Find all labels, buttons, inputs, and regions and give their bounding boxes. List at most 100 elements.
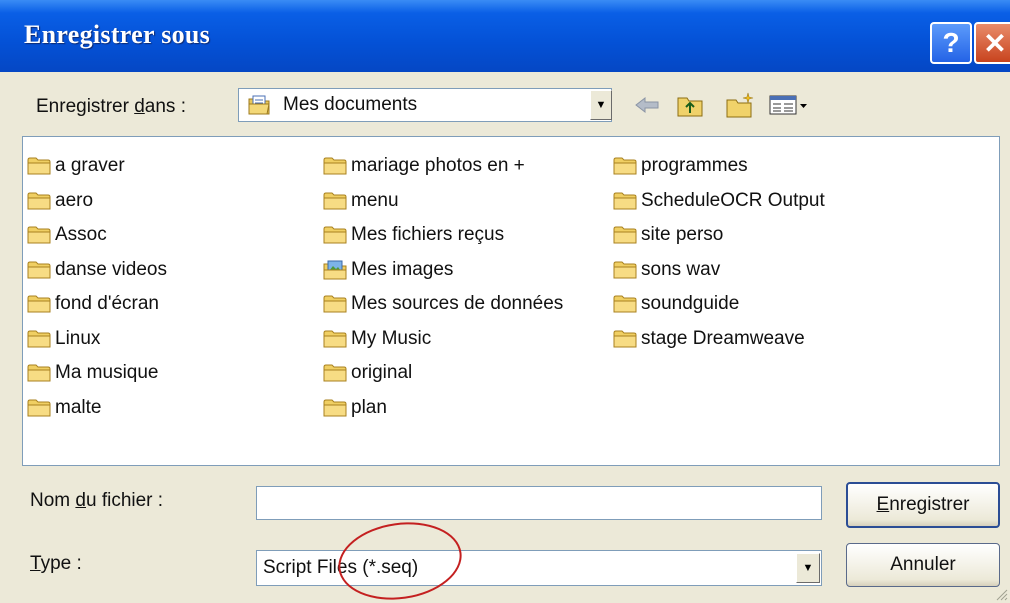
file-column: a graver aero Assoc danse videos fond d'écra… [27,149,167,425]
folder-item[interactable]: Assoc [27,218,167,253]
folder-item[interactable]: mariage photos en + [323,149,563,184]
dialog-title: Enregistrer sous [24,20,211,49]
folder-icon [27,226,51,244]
folder-icon [323,364,347,382]
new-folder-button[interactable] [720,90,760,120]
folder-icon [27,399,51,417]
file-type-dropdown-arrow[interactable]: ▼ [796,553,820,583]
folder-item[interactable]: fond d'écran [27,287,167,322]
folder-name: menu [351,189,399,211]
back-icon [635,96,659,114]
title-bar[interactable]: Enregistrer sous ? ✕ [0,0,1010,72]
folder-name: sons wav [641,258,721,280]
folder-item[interactable]: ScheduleOCR Output [613,184,825,219]
folder-icon [27,157,51,175]
view-menu-icon [769,95,807,115]
folder-name: a graver [55,155,125,177]
folder-icon [27,295,51,313]
folder-item[interactable]: aero [27,184,167,219]
folder-icon [613,295,637,313]
folder-name: fond d'écran [55,293,159,315]
folder-icon [27,192,51,210]
filename-label: Nom du fichier : [30,490,164,511]
folder-icon [323,330,347,348]
folder-item[interactable]: Mes images [323,253,563,288]
annotation-circle [333,514,467,603]
folder-name: soundguide [641,293,740,315]
folder-item[interactable]: a graver [27,149,167,184]
cancel-button[interactable]: Annuler [846,543,1000,587]
folder-item[interactable]: My Music [323,322,563,357]
folder-name: malte [55,396,102,418]
close-button[interactable]: ✕ [974,22,1010,64]
folder-item[interactable]: programmes [613,149,825,184]
chevron-down-icon: ▼ [595,99,607,111]
folder-name: Mes sources de données [351,293,564,315]
folder-item[interactable]: soundguide [613,287,825,322]
help-icon: ? [942,27,960,58]
folder-name: Mes images [351,258,454,280]
folder-name: original [351,362,413,384]
folder-item[interactable]: plan [323,391,563,426]
folder-name: Linux [55,327,101,349]
folder-item[interactable]: Mes sources de données [323,287,563,322]
folder-icon [613,330,637,348]
folder-name: Ma musique [55,362,159,384]
folder-icon [613,157,637,175]
filename-input[interactable] [256,486,822,520]
folder-item[interactable]: Ma musique [27,356,167,391]
save-as-dialog: Enregistrer sous ? ✕ Enregistrer dans : … [0,0,1010,603]
folder-icon [613,261,637,279]
folder-icon [323,226,347,244]
save-in-label: Enregistrer dans : [36,96,186,117]
folder-icon [613,192,637,210]
save-button[interactable]: Enregistrer [846,482,1000,528]
folder-icon [323,399,347,417]
folder-icon [27,330,51,348]
save-in-dropdown-arrow[interactable]: ▼ [590,90,612,120]
folder-name: programmes [641,155,748,177]
save-in-dropdown[interactable]: Mes documents [238,88,612,122]
new-folder-icon [726,92,754,118]
up-folder-icon [677,97,703,117]
file-list[interactable]: a graver aero Assoc danse videos fond d'écra… [22,136,1000,466]
folder-item[interactable]: danse videos [27,253,167,288]
back-button[interactable] [630,90,664,120]
folder-item[interactable]: original [323,356,563,391]
up-folder-button[interactable] [670,90,710,120]
help-button[interactable]: ? [930,22,972,64]
folder-icon [323,157,347,175]
folder-icon [323,295,347,313]
folder-icon [323,192,347,210]
file-column: mariage photos en + menu Mes fichiers reçu… [323,149,563,425]
view-menu-button[interactable] [766,90,812,120]
close-icon: ✕ [983,27,1007,59]
folder-item[interactable]: stage Dreamweave [613,322,825,357]
folder-item[interactable]: malte [27,391,167,426]
folder-name: plan [351,396,387,418]
folder-name: aero [55,189,94,211]
resize-grip-icon[interactable] [994,587,1008,601]
folder-item[interactable]: Linux [27,322,167,357]
folder-name: mariage photos en + [351,155,525,177]
images-folder-icon [323,260,347,280]
folder-name: stage Dreamweave [641,327,805,349]
folder-icon [27,261,51,279]
folder-item[interactable]: Mes fichiers reçus [323,218,563,253]
documents-icon [248,95,270,115]
folder-name: ScheduleOCR Output [641,189,825,211]
type-label: Type : [30,553,82,574]
chevron-down-icon: ▼ [802,562,814,574]
folder-item[interactable]: sons wav [613,253,825,288]
folder-item[interactable]: menu [323,184,563,219]
folder-name: Assoc [55,224,107,246]
folder-name: My Music [351,327,432,349]
folder-name: site perso [641,224,724,246]
folder-item[interactable]: site perso [613,218,825,253]
folder-name: danse videos [55,258,167,280]
file-column: programmes ScheduleOCR Output site perso so… [613,149,825,356]
folder-name: Mes fichiers reçus [351,224,505,246]
save-in-value: Mes documents [283,94,418,115]
folder-icon [613,226,637,244]
folder-icon [27,364,51,382]
